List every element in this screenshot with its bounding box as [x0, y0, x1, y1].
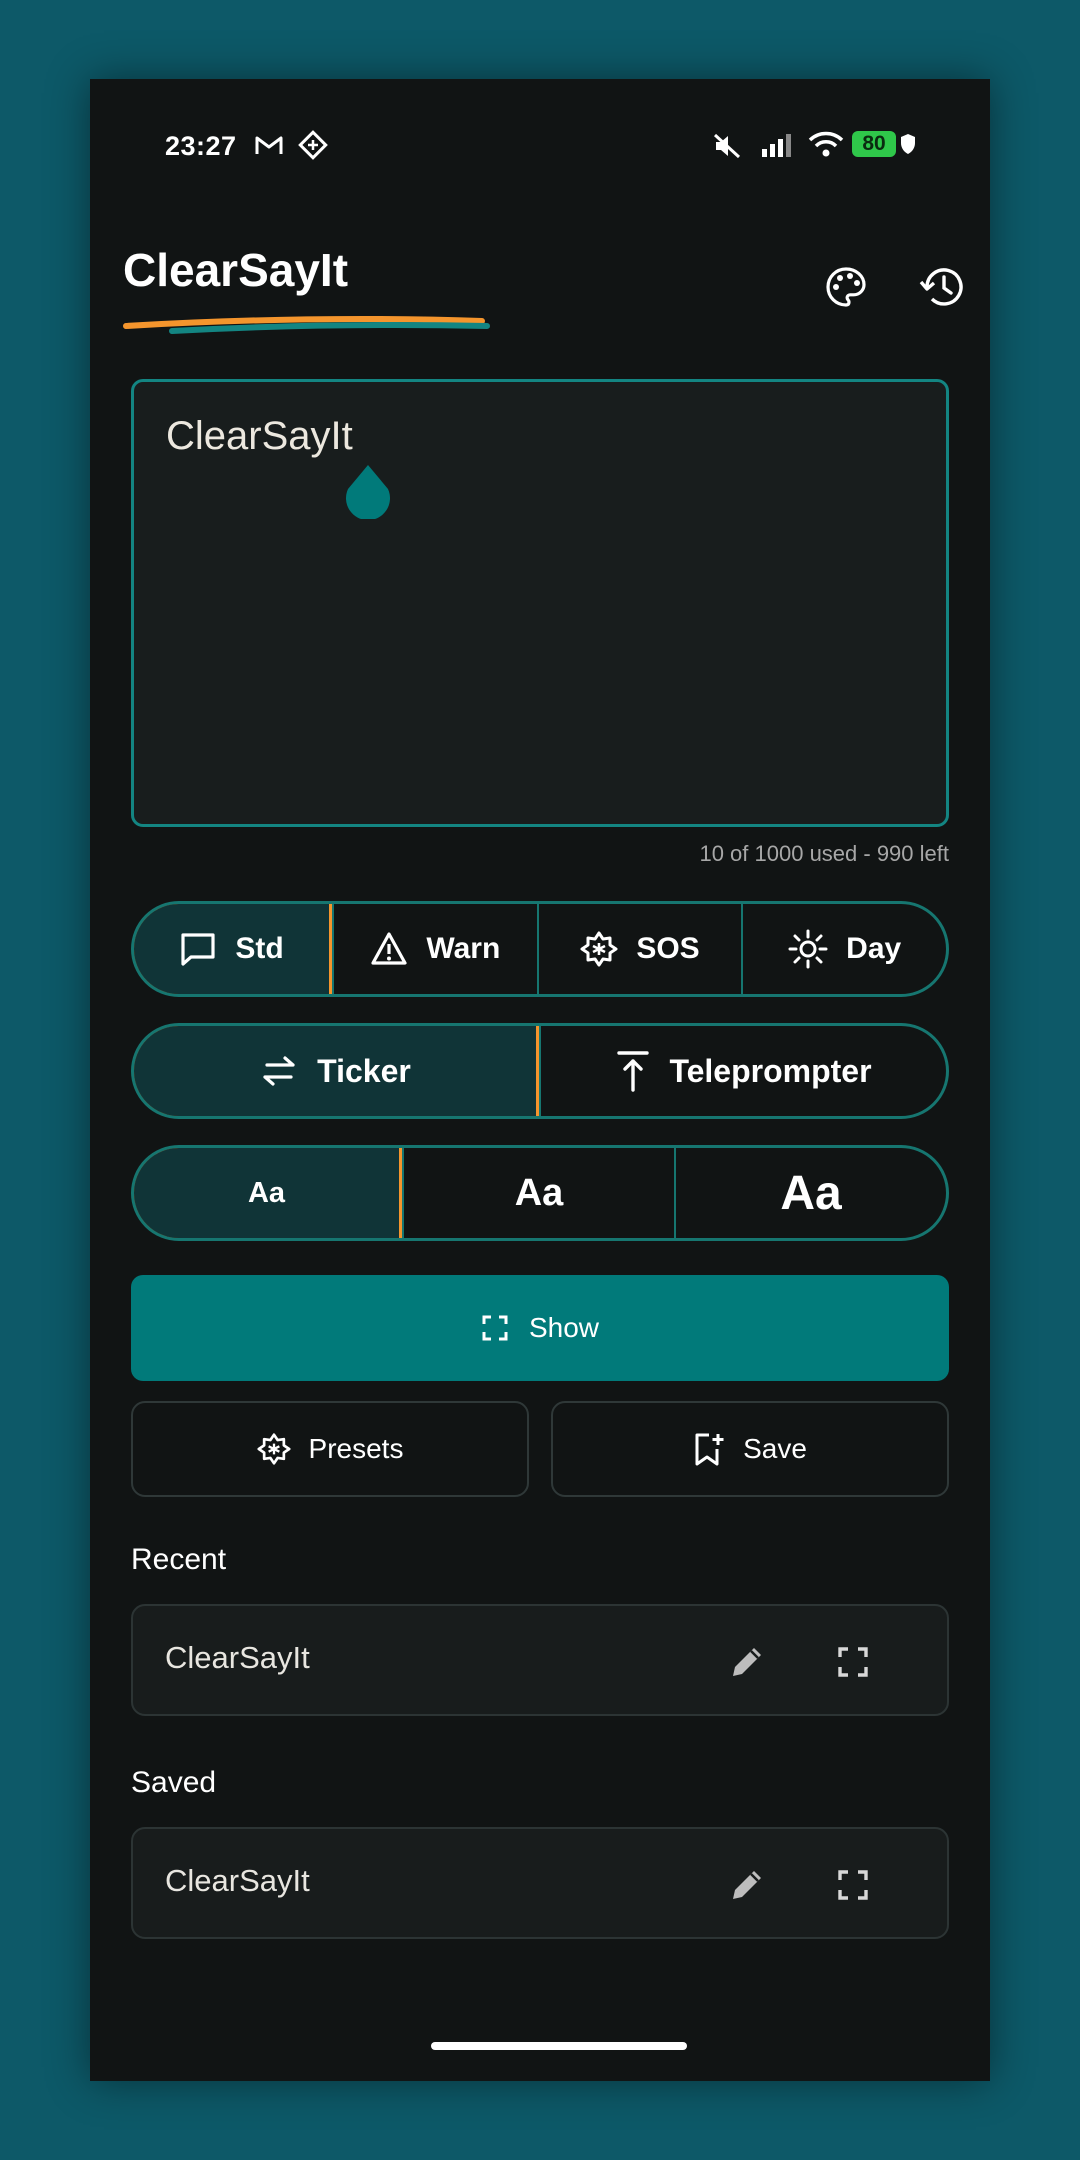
palette-button[interactable]	[814, 255, 878, 319]
save-button[interactable]: Save	[551, 1401, 949, 1497]
status-time: 23:27	[165, 131, 237, 161]
display-teleprompter[interactable]: Teleprompter	[539, 1026, 946, 1116]
text-size-large-label: Aa	[780, 1166, 842, 1220]
signal-icon	[760, 133, 794, 164]
mute-icon	[712, 133, 742, 164]
display-ticker-label: Ticker	[317, 1052, 411, 1089]
bookmark-add-icon	[695, 1433, 724, 1466]
app-notification-icon	[298, 130, 328, 165]
mode-warn-label: Warn	[426, 932, 501, 965]
recent-heading: Recent	[131, 1543, 227, 1576]
asterisk-badge-icon	[256, 1433, 291, 1465]
recent-item[interactable]: ClearSayIt	[131, 1604, 949, 1716]
edit-button[interactable]	[719, 1857, 775, 1913]
sun-icon	[788, 929, 828, 969]
display-teleprompter-label: Teleprompter	[669, 1052, 872, 1089]
saved-item[interactable]: ClearSayIt	[131, 1827, 949, 1939]
text-size-small-label: Aa	[247, 1176, 286, 1209]
text-size-small[interactable]: Aa	[134, 1148, 402, 1238]
fullscreen-button[interactable]	[825, 1634, 881, 1690]
home-indicator[interactable]	[431, 2042, 687, 2050]
display-type-selector: Ticker Teleprompter	[131, 1023, 949, 1119]
history-button[interactable]	[910, 255, 974, 319]
text-size-medium[interactable]: Aa	[402, 1148, 674, 1238]
mode-sos-label: SOS	[636, 932, 700, 965]
shield-icon	[898, 132, 918, 161]
mode-sos[interactable]: SOS	[536, 904, 742, 994]
gmail-icon	[254, 133, 284, 162]
battery-indicator: 80	[852, 131, 896, 157]
text-cursor-handle[interactable]	[344, 463, 392, 519]
text-size-medium-label: Aa	[514, 1171, 564, 1214]
saved-heading: Saved	[131, 1766, 217, 1799]
mode-day-label: Day	[846, 932, 902, 965]
pencil-icon	[733, 1871, 761, 1899]
fullscreen-button[interactable]	[825, 1857, 881, 1913]
fullscreen-icon	[838, 1870, 868, 1900]
warning-triangle-icon	[371, 932, 407, 965]
mode-day[interactable]: Day	[741, 904, 946, 994]
app-title: ClearSayIt	[123, 244, 349, 296]
fullscreen-icon	[482, 1315, 508, 1341]
edit-button[interactable]	[719, 1634, 775, 1690]
wifi-icon	[808, 131, 844, 164]
mode-warn[interactable]: Warn	[332, 904, 537, 994]
arrow-up-bar-icon	[617, 1051, 650, 1092]
asterisk-badge-icon	[580, 931, 618, 967]
message-input[interactable]: ClearSayIt	[131, 379, 949, 827]
text-size-selector: Aa Aa Aa	[131, 1145, 949, 1241]
show-button-label: Show	[528, 1312, 600, 1343]
recent-item-text: ClearSayIt	[165, 1640, 310, 1675]
text-size-large[interactable]: Aa	[674, 1148, 946, 1238]
phone-screen: 23:27 80 ClearSayIt ClearSayIt 10 of 100…	[90, 79, 990, 2081]
fullscreen-icon	[838, 1647, 868, 1677]
presets-button[interactable]: Presets	[131, 1401, 529, 1497]
mode-std[interactable]: Std	[134, 904, 332, 994]
title-underline	[123, 315, 490, 334]
message-square-icon	[181, 933, 215, 966]
saved-item-text: ClearSayIt	[165, 1863, 310, 1898]
mode-std-label: Std	[235, 932, 284, 965]
save-button-label: Save	[743, 1433, 807, 1464]
swap-arrows-icon	[263, 1056, 295, 1086]
pencil-icon	[733, 1648, 761, 1676]
show-button[interactable]: Show	[131, 1275, 949, 1381]
history-icon	[919, 268, 963, 306]
display-ticker[interactable]: Ticker	[134, 1026, 539, 1116]
message-text: ClearSayIt	[166, 414, 353, 458]
character-counter: 10 of 1000 used - 990 left	[699, 841, 949, 866]
mode-selector: Std Warn SOS Day	[131, 901, 949, 997]
presets-button-label: Presets	[308, 1433, 404, 1464]
palette-icon	[826, 267, 866, 307]
